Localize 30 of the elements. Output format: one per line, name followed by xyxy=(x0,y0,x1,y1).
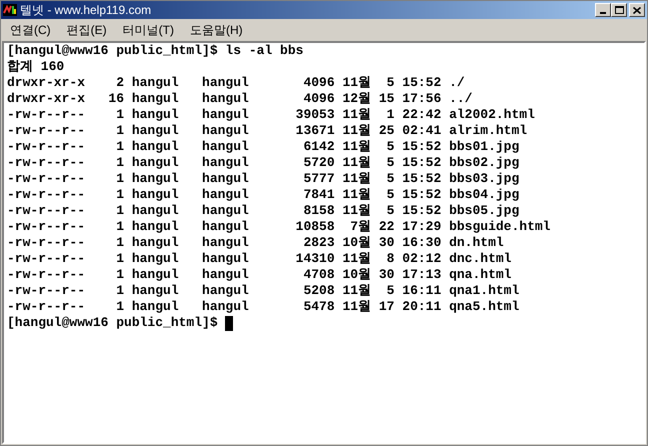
terminal-line: -rw-r--r-- 1 hangul hangul 8158 11월 5 15:52 bbs05.jpg xyxy=(7,203,520,219)
terminal-line: -rw-r--r-- 1 hangul hangul 7841 11월 5 15:52 bbs04.jpg xyxy=(7,187,520,203)
terminal-line: -rw-r--r-- 1 hangul hangul 14310 11월 8 02:12 dnc.html xyxy=(7,251,512,267)
terminal-line: 합계 160 xyxy=(7,59,64,75)
terminal-line: -rw-r--r-- 1 hangul hangul 6142 11월 5 15:52 bbs01.jpg xyxy=(7,139,520,155)
maximize-icon xyxy=(614,6,624,14)
terminal-line: -rw-r--r-- 1 hangul hangul 5208 11월 5 16:11 qna1.html xyxy=(7,283,520,299)
terminal-line: -rw-r--r-- 1 hangul hangul 4708 10월 30 17:13 qna.html xyxy=(7,267,512,283)
terminal-line: -rw-r--r-- 1 hangul hangul 10858 7월 22 17:29 bbsguide.html xyxy=(7,219,550,235)
maximize-button[interactable] xyxy=(611,3,627,17)
terminal-line: -rw-r--r-- 1 hangul hangul 39053 11월 1 22:42 al2002.html xyxy=(7,107,535,123)
minimize-button[interactable] xyxy=(595,3,611,17)
menu-item[interactable]: 도움말(H) xyxy=(185,21,248,39)
terminal-line: -rw-r--r-- 1 hangul hangul 13671 11월 25 02:41 alrim.html xyxy=(7,123,528,139)
text-cursor xyxy=(225,316,234,330)
menu-item[interactable]: 편집(E) xyxy=(62,21,112,39)
terminal-line: -rw-r--r-- 1 hangul hangul 5777 11월 5 15:52 bbs03.jpg xyxy=(7,171,520,187)
terminal-line: -rw-r--r-- 1 hangul hangul 2823 10월 30 16:30 dn.html xyxy=(7,235,504,251)
terminal-line: drwxr-xr-x 16 hangul hangul 4096 12월 15 17:56 ../ xyxy=(7,91,472,107)
menu-item[interactable]: 터미널(T) xyxy=(118,21,179,39)
window-title: 텔넷 - www.help119.com xyxy=(20,2,152,19)
menu-item[interactable]: 연결(C) xyxy=(5,21,56,39)
close-button[interactable] xyxy=(629,3,645,17)
terminal-prompt: [hangul@www16 public_html]$ xyxy=(7,315,219,331)
terminal-line: drwxr-xr-x 2 hangul hangul 4096 11월 5 15:52 ./ xyxy=(7,75,465,91)
close-icon xyxy=(633,6,641,14)
app-logo-icon xyxy=(3,4,17,16)
terminal-line: -rw-r--r-- 1 hangul hangul 5720 11월 5 15:52 bbs02.jpg xyxy=(7,155,520,171)
terminal-line: -rw-r--r-- 1 hangul hangul 5478 11월 17 20:11 qna5.html xyxy=(7,299,520,315)
terminal-line: [hangul@www16 public_html]$ ls -al bbs xyxy=(7,43,304,59)
